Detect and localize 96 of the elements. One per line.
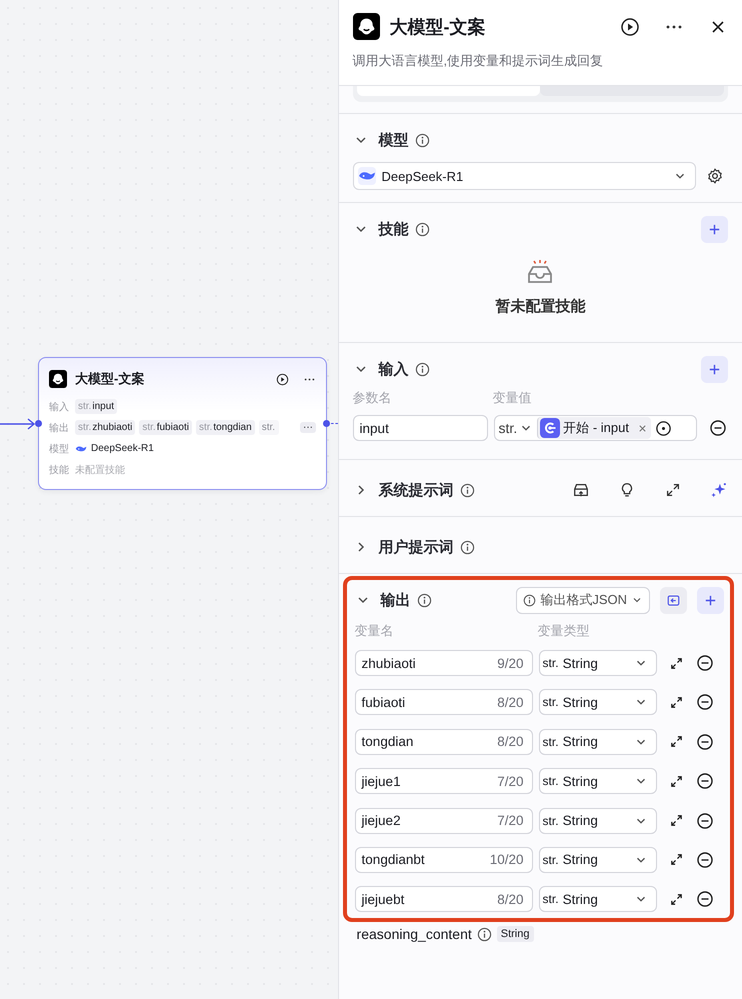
section-title: 输出 — [380, 590, 411, 610]
connector-arrow — [0, 417, 36, 429]
column-label: 变量名 — [354, 622, 395, 640]
run-icon[interactable] — [276, 372, 289, 386]
name-field[interactable]: jiejue1 7/20 — [354, 768, 533, 794]
column-label: 变量值 — [492, 389, 532, 407]
start-node-icon — [540, 418, 560, 438]
field-label: 输入 — [49, 400, 70, 414]
info-icon — [414, 222, 430, 236]
add-button[interactable] — [697, 586, 724, 614]
value-field[interactable]: str. 开始 - input — [494, 415, 697, 441]
name-field[interactable]: input — [352, 415, 488, 441]
node-title: 大模型-文案 — [75, 370, 144, 388]
expand-icon[interactable] — [668, 892, 684, 907]
output-format-select[interactable]: 输出格式JSON — [516, 586, 650, 614]
remove-icon[interactable] — [708, 419, 727, 437]
character-count: 8/20 — [497, 734, 524, 750]
model-name: DeepSeek-R1 — [91, 443, 154, 454]
expand-icon[interactable] — [668, 852, 684, 868]
expand-icon[interactable] — [668, 813, 684, 828]
empty-state-text: 暂未配置技能 — [495, 297, 586, 316]
reference-text: 开始 - input — [563, 419, 629, 437]
ghost-logo-icon — [352, 13, 380, 40]
character-count: 7/20 — [497, 813, 524, 828]
section-title: 用户提示词 — [378, 538, 454, 556]
column-label: 参数名 — [352, 389, 393, 407]
variable-picker-icon[interactable] — [654, 420, 672, 436]
import-button[interactable] — [660, 586, 687, 614]
field-label: 技能 — [49, 464, 70, 476]
output-port[interactable] — [323, 420, 330, 427]
panel-title: 大模型-文案 — [390, 16, 486, 38]
info-icon — [416, 592, 432, 608]
variable-name: reasoning_content — [356, 926, 472, 942]
type-select[interactable]: str. String — [538, 808, 657, 834]
name-field[interactable]: tongdianbt 10/20 — [354, 846, 533, 873]
character-count: 8/20 — [497, 892, 524, 907]
character-count: 7/20 — [497, 774, 524, 789]
section-title: 技能 — [378, 220, 409, 238]
character-count: 8/20 — [497, 694, 524, 710]
type-tag: String — [496, 926, 534, 942]
section-title: 系统提示词 — [378, 480, 454, 500]
type-select[interactable]: str. String — [538, 689, 657, 716]
type-select[interactable]: str. String — [538, 886, 657, 912]
variable-tag: str. — [258, 420, 280, 435]
remove-icon[interactable] — [696, 812, 714, 830]
ghost-logo-icon — [49, 370, 67, 388]
remove-icon[interactable] — [696, 890, 714, 908]
name-field[interactable]: tongdian 8/20 — [354, 728, 533, 755]
character-count: 10/20 — [490, 852, 524, 868]
expand-icon[interactable] — [664, 481, 682, 499]
empty-value: 未配置技能 — [75, 464, 125, 476]
prompt-library-icon[interactable] — [572, 481, 590, 499]
workflow-node[interactable]: 大模型-文案 输入 str.input 输出 str.zhubiaoti str.fubiaoti str.tongdian str. ··· 模型 DeepSeek-R1 技能 未配置技能 — [38, 357, 327, 490]
more-tags-button[interactable]: ··· — [300, 422, 316, 433]
name-field[interactable]: jiejuebt 8/20 — [354, 886, 533, 912]
name-field[interactable]: fubiaoti 8/20 — [354, 689, 533, 716]
remove-icon[interactable] — [696, 850, 714, 869]
info-icon — [460, 482, 475, 498]
import-icon — [666, 592, 681, 608]
remove-icon[interactable] — [696, 693, 714, 712]
type-select[interactable]: str. String — [538, 650, 657, 676]
info-icon — [460, 540, 475, 554]
field-label: 模型 — [49, 442, 70, 456]
info-icon — [523, 594, 536, 606]
name-field[interactable]: jiejue2 7/20 — [354, 808, 533, 834]
column-label: 变量类型 — [538, 622, 590, 640]
run-icon[interactable] — [620, 16, 640, 36]
variable-tag: str.input — [75, 399, 118, 414]
model-select[interactable]: DeepSeek-R1 — [352, 162, 696, 190]
expand-icon[interactable] — [668, 694, 684, 710]
character-count: 9/20 — [497, 656, 524, 670]
field-label: 输出 — [49, 422, 70, 434]
remove-icon[interactable] — [696, 654, 714, 672]
info-icon — [414, 362, 430, 376]
sparkle-icon[interactable] — [710, 481, 728, 499]
add-button[interactable] — [701, 356, 728, 382]
expand-icon[interactable] — [668, 656, 684, 670]
expand-icon[interactable] — [668, 734, 684, 750]
type-select[interactable]: str. String — [538, 768, 657, 794]
remove-icon[interactable] — [696, 732, 714, 751]
variable-tag: str.fubiaoti — [139, 420, 192, 435]
type-select[interactable]: str. String — [538, 728, 657, 755]
expand-icon[interactable] — [668, 774, 684, 789]
settings-icon[interactable] — [706, 167, 724, 185]
section-title: 模型 — [378, 130, 409, 150]
info-icon — [414, 132, 430, 148]
info-icon — [476, 926, 492, 942]
name-field[interactable]: zhubiaoti 9/20 — [354, 650, 533, 676]
section-title: 输入 — [378, 360, 409, 378]
variable-tag: str.zhubiaoti — [75, 420, 136, 435]
whale-icon — [358, 167, 376, 185]
type-select[interactable]: str. String — [538, 846, 657, 873]
variable-tag: str.tongdian — [196, 420, 255, 435]
add-button[interactable] — [701, 216, 728, 242]
panel-description: 调用大语言模型,使用变量和提示词生成回复 — [352, 52, 604, 70]
remove-icon[interactable] — [696, 772, 714, 790]
